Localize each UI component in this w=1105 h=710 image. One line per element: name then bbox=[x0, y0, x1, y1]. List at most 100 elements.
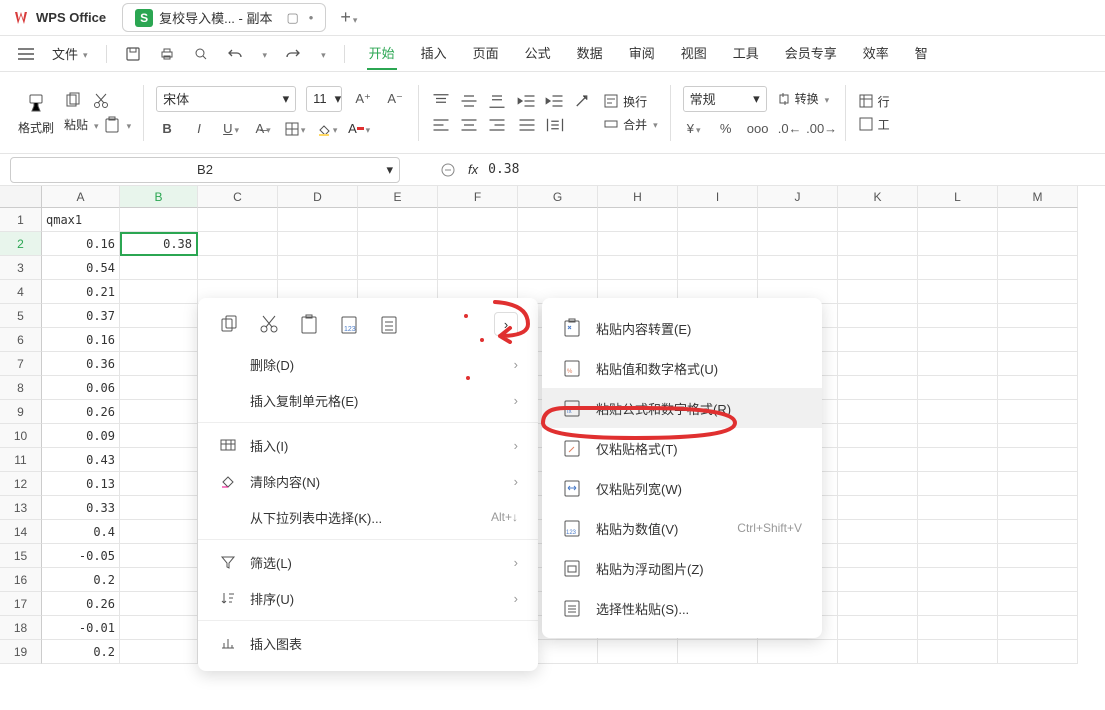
col-header-F[interactable]: F bbox=[438, 186, 518, 208]
save-icon[interactable] bbox=[125, 46, 141, 62]
strikethrough-button[interactable]: A̶ bbox=[252, 118, 274, 140]
col-header-G[interactable]: G bbox=[518, 186, 598, 208]
cell[interactable] bbox=[120, 280, 198, 304]
tab-member[interactable]: 会员专享 bbox=[783, 37, 839, 70]
row-header[interactable]: 14 bbox=[0, 520, 42, 544]
col-header-A[interactable]: A bbox=[42, 186, 120, 208]
font-size-select[interactable]: 11▾ bbox=[306, 86, 342, 112]
percent-icon[interactable]: % bbox=[715, 118, 737, 140]
format-brush-button[interactable]: 格式刷 bbox=[18, 89, 54, 136]
row-header[interactable]: 18 bbox=[0, 616, 42, 640]
cell[interactable] bbox=[998, 640, 1078, 664]
cell[interactable] bbox=[918, 544, 998, 568]
cell[interactable] bbox=[918, 472, 998, 496]
distribute-icon[interactable] bbox=[545, 116, 565, 134]
cell[interactable] bbox=[438, 232, 518, 256]
tab-data[interactable]: 数据 bbox=[575, 37, 605, 70]
cell[interactable] bbox=[758, 232, 838, 256]
sub-paste-format-only[interactable]: 仅粘贴格式(T) bbox=[542, 428, 822, 468]
ctx-delete[interactable]: 删除(D) › bbox=[198, 346, 538, 382]
row-header[interactable]: 5 bbox=[0, 304, 42, 328]
underline-button[interactable]: U bbox=[220, 118, 242, 140]
worksheet-button[interactable]: 工 bbox=[858, 116, 890, 133]
cell[interactable] bbox=[758, 640, 838, 664]
cell[interactable] bbox=[198, 208, 278, 232]
cell[interactable] bbox=[998, 616, 1078, 640]
cancel-formula-icon[interactable] bbox=[440, 162, 456, 178]
fx-label[interactable]: fx bbox=[468, 162, 478, 177]
cell[interactable]: 0.33 bbox=[42, 496, 120, 520]
add-tab-button[interactable]: + bbox=[340, 7, 357, 28]
tab-window-icon[interactable]: ▢ bbox=[286, 10, 298, 26]
cell[interactable] bbox=[998, 520, 1078, 544]
cell[interactable] bbox=[358, 232, 438, 256]
cell[interactable]: 0.37 bbox=[42, 304, 120, 328]
ctx-sort[interactable]: 排序(U) › bbox=[198, 580, 538, 616]
comma-icon[interactable]: ооо bbox=[747, 118, 769, 140]
cell[interactable] bbox=[120, 472, 198, 496]
ctx-filter[interactable]: 筛选(L) › bbox=[198, 544, 538, 580]
sub-paste-col-width[interactable]: 仅粘贴列宽(W) bbox=[542, 468, 822, 508]
cell[interactable]: 0.26 bbox=[42, 592, 120, 616]
cell[interactable] bbox=[598, 232, 678, 256]
merge-button[interactable]: 合并 bbox=[603, 116, 658, 133]
align-middle-icon[interactable] bbox=[459, 92, 479, 110]
increase-font-icon[interactable]: A⁺ bbox=[352, 88, 374, 110]
col-header-E[interactable]: E bbox=[358, 186, 438, 208]
cell[interactable] bbox=[120, 520, 198, 544]
cell[interactable] bbox=[120, 208, 198, 232]
cell[interactable] bbox=[998, 448, 1078, 472]
justify-icon[interactable] bbox=[517, 116, 537, 134]
file-menu[interactable]: 文件 bbox=[52, 44, 88, 63]
cell[interactable] bbox=[518, 232, 598, 256]
print-icon[interactable] bbox=[159, 46, 175, 62]
cell[interactable] bbox=[120, 448, 198, 472]
cell[interactable] bbox=[998, 472, 1078, 496]
redo-dropdown[interactable] bbox=[319, 46, 326, 61]
cell[interactable] bbox=[438, 208, 518, 232]
sub-paste-as-picture[interactable]: 粘贴为浮动图片(Z) bbox=[542, 548, 822, 588]
align-bottom-icon[interactable] bbox=[487, 92, 507, 110]
paste-format-icon[interactable] bbox=[378, 313, 400, 335]
cell[interactable] bbox=[918, 592, 998, 616]
cell[interactable] bbox=[678, 640, 758, 664]
col-header-C[interactable]: C bbox=[198, 186, 278, 208]
cell[interactable] bbox=[918, 448, 998, 472]
align-center-icon[interactable] bbox=[459, 116, 479, 134]
row-header[interactable]: 13 bbox=[0, 496, 42, 520]
row-header[interactable]: 6 bbox=[0, 328, 42, 352]
undo-dropdown[interactable] bbox=[261, 46, 268, 61]
increase-decimal-icon[interactable]: .00→ bbox=[811, 118, 833, 140]
cell[interactable] bbox=[838, 592, 918, 616]
cell[interactable]: -0.01 bbox=[42, 616, 120, 640]
row-header[interactable]: 10 bbox=[0, 424, 42, 448]
sub-paste-transpose[interactable]: 粘贴内容转置(E) bbox=[542, 308, 822, 348]
decrease-font-icon[interactable]: A⁻ bbox=[384, 88, 406, 110]
cell[interactable] bbox=[918, 424, 998, 448]
hamburger-icon[interactable] bbox=[18, 48, 34, 60]
cell[interactable] bbox=[918, 256, 998, 280]
cell[interactable] bbox=[838, 472, 918, 496]
col-header-B[interactable]: B bbox=[120, 186, 198, 208]
row-header[interactable]: 4 bbox=[0, 280, 42, 304]
cell[interactable] bbox=[998, 280, 1078, 304]
cell[interactable] bbox=[838, 376, 918, 400]
cell[interactable] bbox=[918, 568, 998, 592]
tab-tools[interactable]: 工具 bbox=[731, 37, 761, 70]
cell[interactable] bbox=[120, 376, 198, 400]
cell[interactable] bbox=[998, 424, 1078, 448]
cell[interactable]: 0.36 bbox=[42, 352, 120, 376]
cell[interactable] bbox=[120, 616, 198, 640]
increase-indent-icon[interactable] bbox=[545, 92, 565, 110]
cell[interactable] bbox=[998, 376, 1078, 400]
ctx-insert-chart[interactable]: 插入图表 bbox=[198, 625, 538, 661]
document-tab[interactable]: S 复校导入模... - 副本 ▢ • bbox=[122, 3, 326, 32]
cell[interactable] bbox=[998, 592, 1078, 616]
cell[interactable] bbox=[838, 304, 918, 328]
col-header-L[interactable]: L bbox=[918, 186, 998, 208]
row-header[interactable]: 11 bbox=[0, 448, 42, 472]
orientation-icon[interactable] bbox=[573, 92, 593, 110]
cell[interactable] bbox=[998, 232, 1078, 256]
cell[interactable] bbox=[838, 256, 918, 280]
row-header[interactable]: 19 bbox=[0, 640, 42, 664]
